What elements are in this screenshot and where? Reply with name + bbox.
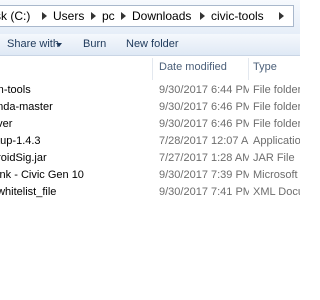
file-name: etup-1.4.3 (0, 135, 41, 147)
file-date: 9/30/2017 7:41 PM (159, 186, 249, 198)
file-list: rm-tools 9/30/2017 6:44 PM File folder o… (0, 82, 300, 201)
chevron-down-icon[interactable] (56, 43, 62, 47)
column-header-type[interactable]: Type (253, 61, 277, 73)
column-divider[interactable] (152, 58, 153, 80)
breadcrumb-downloads[interactable]: Downloads (132, 8, 191, 24)
breadcrumb-separator-icon[interactable] (200, 12, 205, 20)
file-type: Microsoft W (253, 169, 300, 181)
command-bar: Share with Burn New folder (0, 34, 300, 56)
file-row[interactable]: onda-master 9/30/2017 6:46 PM File folde… (0, 99, 300, 116)
address-bar-row: sk (C:) Users pc Downloads civic-tools (0, 0, 300, 34)
file-type: File folder (253, 101, 300, 113)
burn-button[interactable]: Burn (83, 37, 106, 51)
column-header-date-modified[interactable]: Date modified (159, 61, 227, 73)
file-name: onda-master (0, 101, 53, 113)
file-row[interactable]: river 9/30/2017 6:46 PM File folder (0, 116, 300, 133)
file-date: 7/27/2017 1:28 AM (159, 152, 249, 164)
file-type: JAR File (253, 152, 295, 164)
file-type: File folder (253, 118, 300, 130)
explorer-window: sk (C:) Users pc Downloads civic-tools S… (0, 0, 300, 300)
file-date: 9/30/2017 7:39 PM (159, 169, 249, 181)
column-header-row: Date modified Type (0, 58, 300, 80)
file-type: File folder (253, 84, 300, 96)
file-row[interactable]: Link - Civic Gen 10 9/30/2017 7:39 PM Mi… (0, 167, 300, 184)
breadcrumb-separator-icon[interactable] (121, 12, 126, 20)
file-row[interactable]: etup-1.4.3 7/28/2017 12:07 AM Applicatio… (0, 133, 300, 150)
file-name: _whitelist_file (0, 186, 57, 198)
file-row[interactable]: droidSig.jar 7/27/2017 1:28 AM JAR File (0, 150, 300, 167)
breadcrumb-civic-tools[interactable]: civic-tools (211, 8, 264, 24)
file-date: 9/30/2017 6:46 PM (159, 118, 249, 130)
file-name: rm-tools (0, 84, 31, 96)
file-date: 9/30/2017 6:46 PM (159, 101, 249, 113)
file-name: droidSig.jar (0, 152, 47, 164)
file-type: XML Docum (253, 186, 300, 198)
address-bar[interactable]: sk (C:) Users pc Downloads civic-tools (0, 5, 294, 27)
breadcrumb-separator-icon[interactable] (279, 12, 284, 20)
file-type: Application (253, 135, 300, 147)
file-name: river (0, 118, 13, 130)
new-folder-button[interactable]: New folder (126, 37, 179, 51)
file-date: 9/30/2017 6:44 PM (159, 84, 249, 96)
share-with-button[interactable]: Share with (7, 37, 59, 51)
breadcrumb-users[interactable]: Users (53, 8, 84, 24)
file-row[interactable]: _whitelist_file 9/30/2017 7:41 PM XML Do… (0, 184, 300, 201)
breadcrumb-pc[interactable]: pc (102, 8, 115, 24)
file-name: Link - Civic Gen 10 (0, 169, 84, 181)
breadcrumb-drive[interactable]: sk (C:) (0, 8, 30, 24)
column-divider[interactable] (248, 58, 249, 80)
breadcrumb-separator-icon[interactable] (42, 12, 47, 20)
file-row[interactable]: rm-tools 9/30/2017 6:44 PM File folder (0, 82, 300, 99)
file-date: 7/28/2017 12:07 AM (159, 135, 249, 147)
breadcrumb-separator-icon[interactable] (91, 12, 96, 20)
